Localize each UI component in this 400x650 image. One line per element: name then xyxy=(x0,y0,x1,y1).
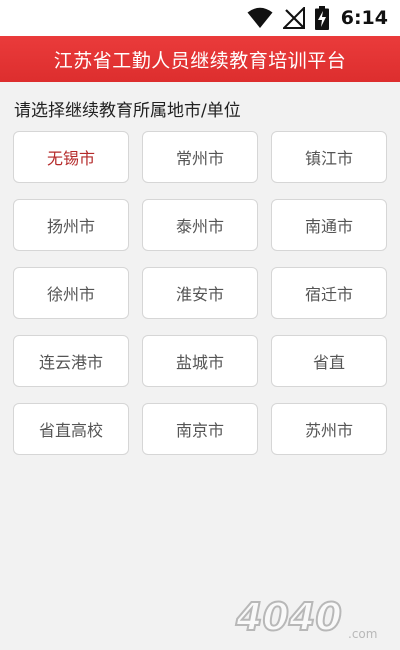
city-button-suqian[interactable]: 宿迁市 xyxy=(271,267,387,319)
battery-charging-icon xyxy=(314,6,329,30)
status-time: 6:14 xyxy=(340,7,388,29)
city-button-suzhou[interactable]: 苏州市 xyxy=(271,403,387,455)
status-bar: 6:14 xyxy=(0,0,400,36)
city-button-nanjing[interactable]: 南京市 xyxy=(142,403,258,455)
city-button-xuzhou[interactable]: 徐州市 xyxy=(13,267,129,319)
status-icons: 6:14 xyxy=(247,0,388,36)
select-prompt: 请选择继续教育所属地市/单位 xyxy=(14,101,241,121)
watermark-suffix: .com xyxy=(348,627,377,641)
city-button-zhenjiang[interactable]: 镇江市 xyxy=(271,131,387,183)
city-button-changzhou[interactable]: 常州市 xyxy=(142,131,258,183)
city-button-provincial[interactable]: 省直 xyxy=(271,335,387,387)
city-button-nantong[interactable]: 南通市 xyxy=(271,199,387,251)
city-grid: 无锡市 常州市 镇江市 扬州市 泰州市 南通市 徐州市 淮安市 宿迁市 连云港市… xyxy=(13,131,387,455)
city-button-yancheng[interactable]: 盐城市 xyxy=(142,335,258,387)
app-title: 江苏省工勤人员继续教育培训平台 xyxy=(53,49,347,72)
city-button-huaian[interactable]: 淮安市 xyxy=(142,267,258,319)
city-button-taizhou[interactable]: 泰州市 xyxy=(142,199,258,251)
city-button-yangzhou[interactable]: 扬州市 xyxy=(13,199,129,251)
site-watermark-logo: 4040 .com xyxy=(232,592,392,642)
city-button-provincial-universities[interactable]: 省直高校 xyxy=(13,403,129,455)
city-button-wuxi[interactable]: 无锡市 xyxy=(13,131,129,183)
signal-off-icon xyxy=(282,7,305,29)
city-button-lianyungang[interactable]: 连云港市 xyxy=(13,335,129,387)
watermark-text: 4040 xyxy=(235,595,342,639)
wifi-icon xyxy=(247,7,273,29)
app-bar: 江苏省工勤人员继续教育培训平台 xyxy=(0,36,400,82)
